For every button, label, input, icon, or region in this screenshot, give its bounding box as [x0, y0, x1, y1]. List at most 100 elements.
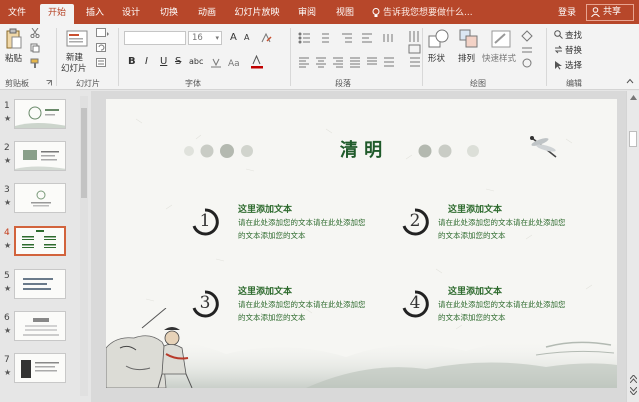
share-button[interactable]: 共享	[586, 4, 634, 21]
quick-styles-icon[interactable]	[490, 28, 512, 50]
person-icon	[591, 7, 600, 17]
thumb-preview	[21, 360, 59, 378]
chevron-up-icon[interactable]	[630, 95, 637, 100]
ribbon-tab-bar: 文件 开始 插入 设计 切换 动画 幻灯片放映 审阅 视图 告诉我您想要做什么.…	[0, 0, 639, 24]
reset-icon[interactable]	[96, 43, 110, 53]
slide-thumbnail-3[interactable]	[14, 183, 66, 213]
animation-star-icon: ★	[4, 156, 12, 165]
dialog-launcher-icon[interactable]	[46, 80, 52, 86]
shapes-button[interactable]: 形状	[428, 52, 445, 64]
thumb-preview	[23, 278, 53, 290]
arrange-button[interactable]: 排列	[458, 52, 475, 64]
arrange-icon[interactable]	[458, 28, 480, 50]
tab-transitions[interactable]: 切换	[156, 4, 182, 24]
current-slide[interactable]: 清 明 1 这里添加文本 请在此处添加您的文本请在此处添加您的文本添加您的文本 …	[106, 99, 617, 388]
collapse-ribbon-icon[interactable]	[626, 78, 634, 84]
layout-icon[interactable]	[96, 28, 110, 38]
animation-star-icon: ★	[4, 114, 12, 123]
font-size-box[interactable]: 16 ▾	[188, 31, 222, 45]
bold-button[interactable]: B	[128, 56, 136, 67]
tab-slideshow[interactable]: 幻灯片放映	[232, 4, 282, 24]
find-button[interactable]: 查找	[565, 29, 582, 41]
tell-me-text: 告诉我您想要做什么...	[383, 8, 473, 18]
replace-icon[interactable]	[554, 45, 563, 54]
animation-star-icon: ★	[4, 368, 12, 377]
item-body-text[interactable]: 请在此处添加您的文本请在此处添加您的文本添加您的文本	[438, 216, 568, 242]
search-icon[interactable]	[554, 30, 563, 39]
item-heading[interactable]: 这里添加文本	[238, 284, 292, 297]
cursor-icon[interactable]	[554, 60, 563, 70]
shape-fill-outline-effects-icon[interactable]	[520, 30, 536, 70]
chevron-down-icon: ▾	[215, 34, 219, 42]
slide-thumbnail-1[interactable]	[14, 99, 66, 129]
animation-star-icon: ★	[4, 198, 12, 207]
tell-me-box[interactable]: 告诉我您想要做什么...	[372, 4, 473, 22]
new-slide-icon[interactable]	[66, 28, 88, 48]
grow-font-button[interactable]: A	[230, 32, 237, 43]
scroll-thumb[interactable]	[81, 108, 87, 198]
text-direction-icon[interactable]	[408, 30, 422, 68]
shrink-font-button[interactable]: A	[244, 33, 249, 42]
item-heading[interactable]: 这里添加文本	[238, 202, 292, 215]
section-icon[interactable]	[96, 58, 110, 68]
drawing-group-label: 绘图	[470, 79, 486, 88]
thumb-number: 7	[4, 355, 10, 365]
item-number: 1	[199, 211, 211, 231]
shapes-icon[interactable]	[428, 28, 450, 50]
scroll-thumb[interactable]	[629, 131, 637, 147]
item-body-text[interactable]: 请在此处添加您的文本请在此处添加您的文本添加您的文本	[438, 298, 568, 324]
tab-design[interactable]: 设计	[118, 4, 144, 24]
tab-insert[interactable]: 插入	[82, 4, 108, 24]
font-name-box[interactable]	[124, 31, 186, 45]
slide-thumbnail-2[interactable]	[14, 141, 66, 171]
replace-button[interactable]: 替换	[565, 44, 582, 56]
quick-styles-button[interactable]: 快速样式	[482, 52, 516, 64]
change-case-icon[interactable]: Aa	[228, 56, 242, 68]
slide-scrollbar[interactable]	[626, 91, 639, 402]
item-body-text[interactable]: 请在此处添加您的文本请在此处添加您的文本添加您的文本	[238, 298, 368, 324]
font-color-icon[interactable]	[250, 55, 264, 69]
slide-thumbnail-7[interactable]	[14, 353, 66, 383]
thumbnail-scrollbar[interactable]	[80, 96, 88, 396]
paste-icon[interactable]	[6, 28, 22, 50]
login-link[interactable]: 登录	[558, 5, 576, 18]
tab-file[interactable]: 文件	[4, 4, 30, 24]
separator	[290, 28, 291, 86]
cut-icon[interactable]	[30, 28, 40, 38]
slide-thumbnail-5[interactable]	[14, 269, 66, 299]
separator	[118, 28, 119, 86]
item-heading[interactable]: 这里添加文本	[448, 202, 502, 215]
font-group-label: 字体	[185, 79, 201, 88]
paste-button[interactable]: 粘贴	[5, 52, 22, 64]
new-slide-label-2[interactable]: 幻灯片	[61, 62, 87, 74]
format-painter-icon[interactable]	[30, 58, 40, 68]
slide-thumbnail-4-selected[interactable]	[14, 226, 66, 256]
copy-icon[interactable]	[30, 43, 40, 53]
underline-button[interactable]: U	[160, 56, 167, 67]
separator	[546, 28, 547, 86]
item-heading[interactable]: 这里添加文本	[448, 284, 502, 297]
dragonfly-illustration	[530, 136, 557, 158]
svg-text:Aa: Aa	[228, 59, 240, 68]
clear-format-icon[interactable]	[260, 32, 272, 44]
item-body-text[interactable]: 请在此处添加您的文本请在此处添加您的文本添加您的文本	[238, 216, 368, 242]
slide-thumbnail-6[interactable]	[14, 311, 66, 341]
tab-animations[interactable]: 动画	[194, 4, 220, 24]
next-slide-icon[interactable]	[630, 387, 637, 395]
align-buttons-icon[interactable]	[298, 56, 398, 68]
tab-view[interactable]: 视图	[332, 4, 358, 24]
italic-button[interactable]: I	[145, 56, 148, 67]
select-button[interactable]: 选择	[565, 59, 582, 71]
char-spacing-icon[interactable]	[210, 56, 222, 68]
editing-group-label: 编辑	[566, 79, 582, 88]
tab-review[interactable]: 审阅	[294, 4, 320, 24]
list-buttons-icon[interactable]	[298, 32, 398, 44]
separator	[422, 28, 423, 86]
slide-thumbnail-pane: 1 ★ 2 ★ 3 ★ 4 ★ 5 ★ 6 ★ 7 ★	[0, 91, 90, 402]
item-number: 2	[409, 211, 421, 231]
strikethrough-button[interactable]: S	[175, 56, 181, 67]
shadow-button[interactable]: abc	[189, 57, 203, 66]
previous-slide-icon[interactable]	[630, 375, 637, 383]
tab-home[interactable]: 开始	[40, 4, 74, 24]
slide-title[interactable]: 清 明	[321, 136, 401, 162]
